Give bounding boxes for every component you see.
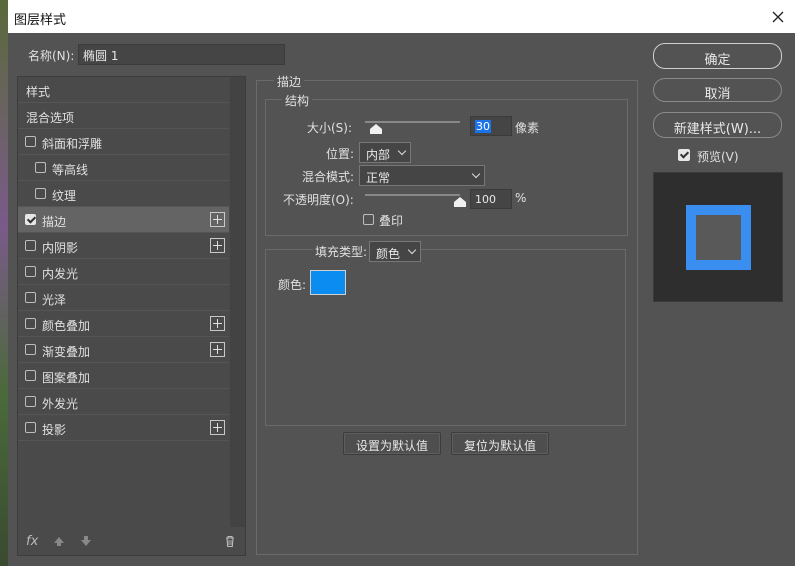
- fill-type-value: 颜色: [376, 247, 401, 261]
- trash-icon[interactable]: [223, 534, 237, 552]
- background-strip: [0, 0, 8, 566]
- structure-group-title: 结构: [282, 92, 313, 109]
- arrow-down-icon[interactable]: [79, 534, 93, 552]
- style-item-9[interactable]: 颜色叠加: [18, 311, 229, 337]
- preview-thumbnail: [686, 205, 751, 270]
- blend-mode-dropdown[interactable]: 正常: [359, 165, 485, 186]
- add-effect-icon[interactable]: [210, 420, 225, 435]
- position-label: 位置:: [326, 147, 355, 161]
- style-item-checkbox[interactable]: [35, 162, 46, 173]
- blend-mode-label: 混合模式:: [302, 170, 355, 184]
- reset-default-button[interactable]: 复位为默认值: [451, 432, 549, 455]
- opacity-unit: %: [515, 191, 527, 205]
- set-default-button[interactable]: 设置为默认值: [343, 432, 441, 455]
- style-item-10[interactable]: 渐变叠加: [18, 337, 229, 363]
- color-label: 颜色:: [278, 278, 307, 292]
- style-item-checkbox[interactable]: [25, 214, 36, 225]
- style-item-7[interactable]: 内发光: [18, 259, 229, 285]
- size-label: 大小(S):: [307, 121, 353, 135]
- style-item-checkbox[interactable]: [25, 318, 36, 329]
- blend-mode-value: 正常: [366, 171, 391, 185]
- style-item-8[interactable]: 光泽: [18, 285, 229, 311]
- style-item-label: 斜面和浮雕: [42, 137, 103, 151]
- stroke-section-title: 描边: [274, 73, 305, 90]
- style-item-label: 图案叠加: [42, 371, 91, 385]
- style-item-2[interactable]: 斜面和浮雕: [18, 129, 229, 155]
- style-item-0[interactable]: 样式: [18, 77, 229, 103]
- new-style-button[interactable]: 新建样式(W)...: [653, 112, 782, 138]
- position-dropdown[interactable]: 内部: [359, 142, 411, 163]
- chevron-down-icon: [471, 169, 481, 179]
- size-unit: 像素: [515, 121, 540, 135]
- style-item-checkbox[interactable]: [25, 266, 36, 277]
- stroke-color-swatch[interactable]: [310, 270, 346, 295]
- chevron-down-icon: [407, 245, 417, 255]
- style-item-label: 描边: [42, 215, 67, 229]
- style-item-label: 纹理: [52, 189, 77, 203]
- layer-name-input[interactable]: 椭圆 1: [78, 44, 285, 65]
- style-item-3[interactable]: 等高线: [18, 155, 229, 181]
- style-item-label: 颜色叠加: [42, 319, 91, 333]
- style-item-6[interactable]: 内阴影: [18, 233, 229, 259]
- style-item-label: 外发光: [42, 397, 79, 411]
- style-item-11[interactable]: 图案叠加: [18, 363, 229, 389]
- title-bar: 图层样式: [8, 0, 795, 33]
- preview-checkbox[interactable]: [678, 149, 690, 161]
- chevron-down-icon: [397, 146, 407, 156]
- style-item-5[interactable]: 描边: [18, 207, 229, 233]
- add-effect-icon[interactable]: [210, 342, 225, 357]
- overprint-checkbox[interactable]: [363, 214, 374, 225]
- add-effect-icon[interactable]: [210, 212, 225, 227]
- style-item-label: 样式: [26, 85, 51, 99]
- arrow-up-icon[interactable]: [52, 534, 66, 552]
- style-item-13[interactable]: 投影: [18, 415, 229, 441]
- cancel-button[interactable]: 取消: [653, 78, 782, 102]
- opacity-slider[interactable]: [365, 194, 460, 196]
- layer-style-dialog: 图层样式 名称(N): 椭圆 1 样式 混合选项 斜面和浮雕 等高线 纹理 描边 内阴影 内发…: [8, 0, 795, 566]
- close-button[interactable]: [767, 6, 789, 28]
- style-item-checkbox[interactable]: [25, 396, 36, 407]
- style-item-12[interactable]: 外发光: [18, 389, 229, 415]
- fill-type-label: 填充类型:: [313, 243, 370, 260]
- style-item-label: 渐变叠加: [42, 345, 91, 359]
- style-item-label: 投影: [42, 423, 67, 437]
- close-icon: [772, 11, 784, 23]
- add-effect-icon[interactable]: [210, 238, 225, 253]
- style-item-checkbox[interactable]: [25, 344, 36, 355]
- position-value: 内部: [366, 148, 391, 162]
- style-preview: [653, 172, 783, 302]
- window-title: 图层样式: [14, 13, 67, 28]
- style-item-checkbox[interactable]: [25, 136, 36, 147]
- style-list-scrollbar[interactable]: [230, 77, 245, 527]
- style-list-panel: 样式混合选项斜面和浮雕等高线纹理描边内阴影内发光光泽颜色叠加渐变叠加图案叠加外发…: [17, 76, 246, 556]
- style-item-label: 内阴影: [42, 241, 79, 255]
- fx-icon[interactable]: fx: [26, 534, 38, 549]
- style-item-checkbox[interactable]: [35, 188, 46, 199]
- style-item-label: 光泽: [42, 293, 67, 307]
- style-item-4[interactable]: 纹理: [18, 181, 229, 207]
- size-input[interactable]: 30: [470, 116, 512, 136]
- style-item-label: 内发光: [42, 267, 79, 281]
- overprint-label: 叠印: [379, 214, 404, 228]
- style-item-checkbox[interactable]: [25, 292, 36, 303]
- add-effect-icon[interactable]: [210, 316, 225, 331]
- style-item-checkbox[interactable]: [25, 422, 36, 433]
- preview-label: 预览(V): [697, 150, 739, 164]
- style-item-label: 混合选项: [26, 111, 75, 125]
- fill-type-dropdown[interactable]: 颜色: [369, 241, 421, 262]
- style-item-label: 等高线: [52, 163, 89, 177]
- ok-button[interactable]: 确定: [653, 43, 782, 69]
- name-label: 名称(N):: [28, 49, 75, 63]
- opacity-input[interactable]: 100: [470, 189, 512, 209]
- size-value: 30: [475, 120, 491, 133]
- style-item-checkbox[interactable]: [25, 370, 36, 381]
- style-item-1[interactable]: 混合选项: [18, 103, 229, 129]
- style-list: 样式混合选项斜面和浮雕等高线纹理描边内阴影内发光光泽颜色叠加渐变叠加图案叠加外发…: [18, 77, 229, 441]
- opacity-label: 不透明度(O):: [283, 193, 354, 207]
- style-list-footer: fx: [18, 529, 245, 555]
- size-slider[interactable]: [365, 121, 460, 123]
- style-item-checkbox[interactable]: [25, 240, 36, 251]
